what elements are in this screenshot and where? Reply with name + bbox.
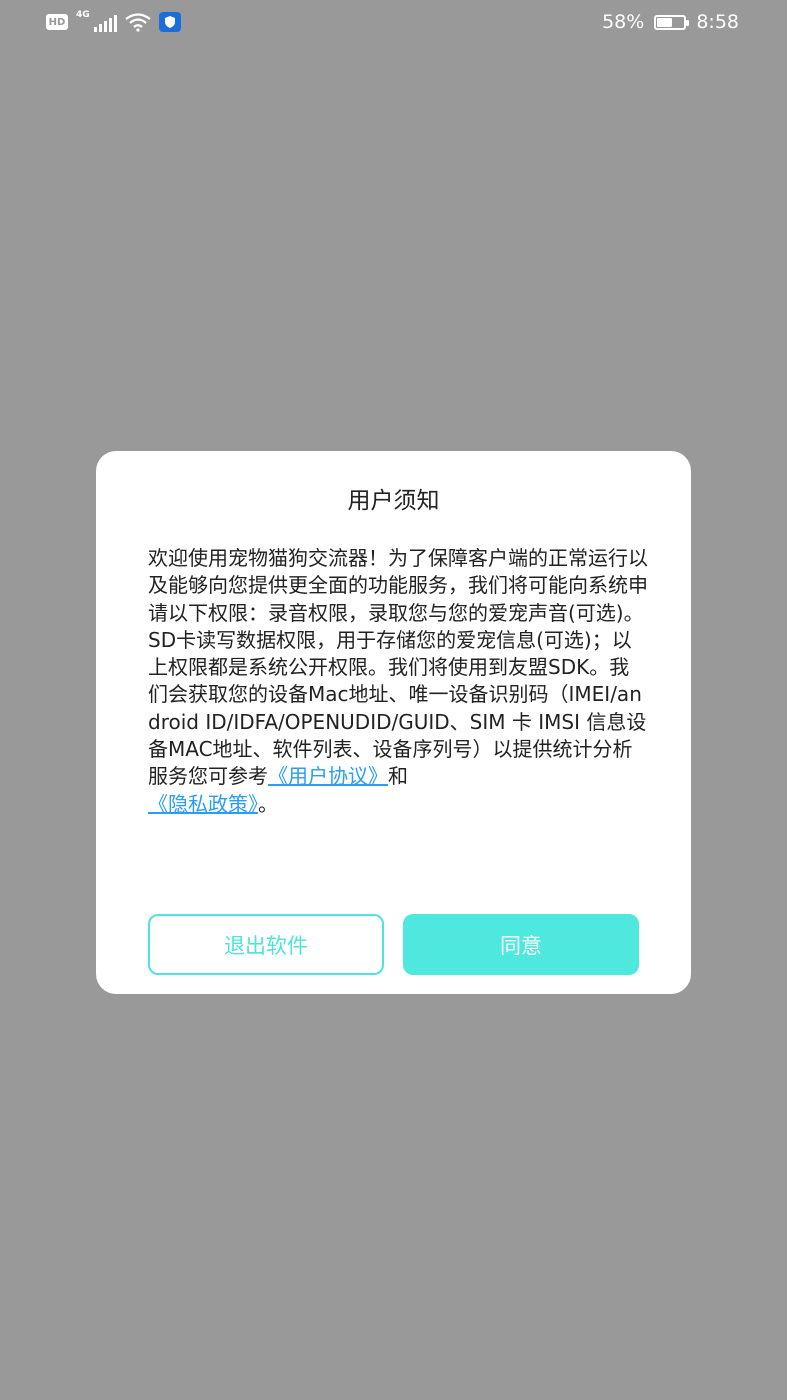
body-ending: 。 — [258, 791, 278, 816]
user-agreement-link[interactable]: 《用户协议》 — [268, 764, 388, 788]
hd-icon: HD — [46, 14, 68, 30]
shield-app-icon — [159, 12, 181, 32]
status-bar: HD 4G 58% 8:58 — [0, 0, 787, 44]
status-left-icons: HD 4G — [46, 10, 181, 34]
user-notice-dialog: 用户须知 欢迎使用宠物猫狗交流器！为了保障客户端的正常运行以及能够向您提供更全面… — [96, 451, 691, 994]
battery-percent: 58% — [602, 11, 645, 33]
dialog-body: 欢迎使用宠物猫狗交流器！为了保障客户端的正常运行以及能够向您提供更全面的功能服务… — [148, 545, 648, 818]
signal-bars — [94, 15, 117, 32]
agree-button[interactable]: 同意 — [403, 914, 639, 975]
dialog-title: 用户须知 — [347, 488, 440, 514]
status-right-icons: 58% 8:58 — [602, 8, 739, 36]
privacy-policy-link[interactable]: 《隐私政策》 — [148, 792, 258, 816]
battery-fill — [657, 17, 673, 27]
exit-app-button[interactable]: 退出软件 — [148, 914, 384, 975]
wifi-icon — [125, 13, 151, 32]
link-connector: 和 — [388, 764, 408, 789]
network-type-label: 4G — [76, 10, 90, 20]
signal-icon: 4G — [76, 10, 117, 32]
dialog-body-text: 欢迎使用宠物猫狗交流器！为了保障客户端的正常运行以及能够向您提供更全面的功能服务… — [148, 546, 648, 789]
battery-icon — [654, 14, 690, 30]
clock: 8:58 — [696, 11, 739, 33]
